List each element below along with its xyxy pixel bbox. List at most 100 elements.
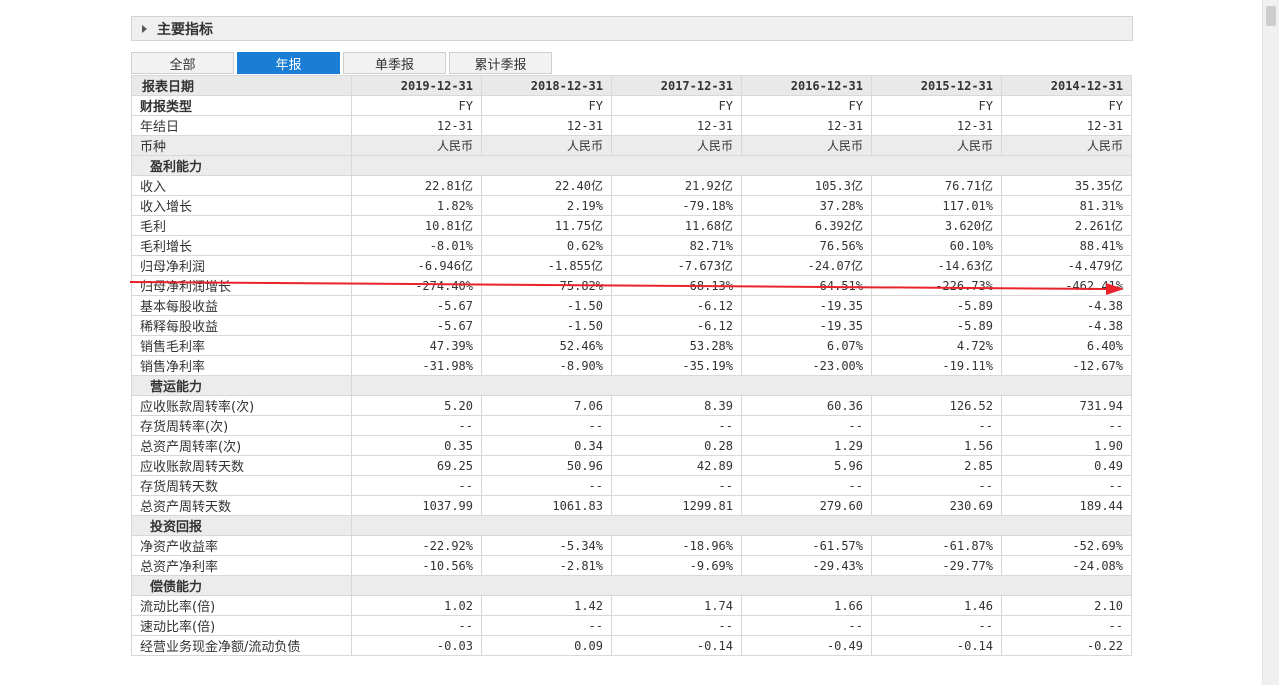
table-cell: 1.46 (871, 595, 1002, 616)
section-header-main-indicators[interactable]: 主要指标 (131, 16, 1133, 41)
table-cell: 1037.99 (351, 495, 482, 516)
row-label: 基本每股收益 (131, 295, 352, 316)
table-cell: 1.82% (351, 195, 482, 216)
group-filler (351, 375, 1132, 396)
table-cell: 52.46% (481, 335, 612, 356)
table-row: 销售净利率 -31.98% -8.90% -35.19% -23.00% -19.11% -… (131, 355, 1132, 376)
table-cell: 12-31 (1001, 115, 1132, 136)
table-cell: 0.28 (611, 435, 742, 456)
group-filler (351, 515, 1132, 536)
table-cell: -- (741, 475, 872, 496)
table-row: 币种 人民币 人民币 人民币 人民币 人民币 人民币 (131, 135, 1132, 156)
table-row: 收入增长 1.82% 2.19% -79.18% 37.28% 117.01% 81.31% (131, 195, 1132, 216)
table-cell: -6.12 (611, 315, 742, 336)
table-cell: 37.28% (741, 195, 872, 216)
table-cell: 1.42 (481, 595, 612, 616)
table-cell: -61.87% (871, 535, 1002, 556)
table-row: 存货周转天数 -- -- -- -- -- -- (131, 475, 1132, 496)
table-cell: -18.96% (611, 535, 742, 556)
table-cell: 12-31 (351, 115, 482, 136)
table-row: 速动比率(倍) -- -- -- -- -- -- (131, 615, 1132, 636)
header-date: 2017-12-31 (611, 75, 742, 96)
table-cell: 50.96 (481, 455, 612, 476)
table-cell: -- (611, 415, 742, 436)
row-label: 流动比率(倍) (131, 595, 352, 616)
group-header-row: 偿债能力 (131, 575, 1132, 596)
table-cell: 35.35亿 (1001, 175, 1132, 196)
table-cell: 53.28% (611, 335, 742, 356)
table-cell: 12-31 (481, 115, 612, 136)
table-cell: -1.855亿 (481, 255, 612, 276)
table-cell: 0.35 (351, 435, 482, 456)
scrollbar-thumb[interactable] (1266, 6, 1276, 26)
table-cell: -- (481, 415, 612, 436)
table-cell: -- (611, 475, 742, 496)
header-date: 2014-12-31 (1001, 75, 1132, 96)
table-row: 存货周转率(次) -- -- -- -- -- -- (131, 415, 1132, 436)
table-cell: -24.08% (1001, 555, 1132, 576)
table-cell: 126.52 (871, 395, 1002, 416)
vertical-scrollbar[interactable] (1262, 0, 1279, 685)
row-label: 应收账款周转率(次) (131, 395, 352, 416)
table-cell: FY (1001, 95, 1132, 116)
table-row: 基本每股收益 -5.67 -1.50 -6.12 -19.35 -5.89 -4.38 (131, 295, 1132, 316)
group-header-row: 投资回报 (131, 515, 1132, 536)
table-cell: 47.39% (351, 335, 482, 356)
table-cell: -- (1001, 415, 1132, 436)
table-cell: -5.67 (351, 295, 482, 316)
table-cell: 2.261亿 (1001, 215, 1132, 236)
table-cell: -1.50 (481, 315, 612, 336)
table-cell: -0.14 (611, 635, 742, 656)
table-cell: -4.38 (1001, 295, 1132, 316)
table-row: 毛利 10.81亿 11.75亿 11.68亿 6.392亿 3.620亿 2.261亿 (131, 215, 1132, 236)
table-body: 财报类型 FY FY FY FY FY FY 年结日 12-31 12-31 12-31 12-31 1… (131, 95, 1132, 656)
table-cell: FY (351, 95, 482, 116)
table-cell: 2.19% (481, 195, 612, 216)
group-header-row: 盈利能力 (131, 155, 1132, 176)
table-cell: -10.56% (351, 555, 482, 576)
table-cell: -- (351, 615, 482, 636)
table-cell: -0.03 (351, 635, 482, 656)
table-cell: 6.392亿 (741, 215, 872, 236)
table-cell: 81.31% (1001, 195, 1132, 216)
table-row: 总资产净利率 -10.56% -2.81% -9.69% -29.43% -29.77% -… (131, 555, 1132, 576)
table-cell: 11.68亿 (611, 215, 742, 236)
header-date: 2018-12-31 (481, 75, 612, 96)
tab-all[interactable]: 全部 (131, 52, 234, 74)
table-row: 净资产收益率 -22.92% -5.34% -18.96% -61.57% -61.87%… (131, 535, 1132, 556)
row-label: 经营业务现金净额/流动负债 (131, 635, 352, 656)
tab-annual[interactable]: 年报 (237, 52, 340, 74)
table-cell: 8.39 (611, 395, 742, 416)
table-cell: 人民币 (741, 135, 872, 156)
group-label: 投资回报 (131, 515, 352, 536)
table-cell: -6.12 (611, 295, 742, 316)
table-cell: -19.11% (871, 355, 1002, 376)
table-cell: -5.67 (351, 315, 482, 336)
table-cell: -14.63亿 (871, 255, 1002, 276)
row-label: 毛利增长 (131, 235, 352, 256)
header-date: 2016-12-31 (741, 75, 872, 96)
table-cell: -6.946亿 (351, 255, 482, 276)
table-cell: -19.35 (741, 315, 872, 336)
table-cell: -- (741, 415, 872, 436)
expand-triangle-icon[interactable] (142, 24, 147, 33)
table-cell: 1.74 (611, 595, 742, 616)
tab-single-quarter[interactable]: 单季报 (343, 52, 446, 74)
table-row: 总资产周转天数 1037.99 1061.83 1299.81 279.60 230.69… (131, 495, 1132, 516)
table-cell: 12-31 (611, 115, 742, 136)
table-cell: 189.44 (1001, 495, 1132, 516)
section-title: 主要指标 (157, 21, 213, 38)
table-cell: 1.66 (741, 595, 872, 616)
row-label: 收入 (131, 175, 352, 196)
tab-cumulative-quarter[interactable]: 累计季报 (449, 52, 552, 74)
financial-indicators-table: 报表日期 2019-12-31 2018-12-31 2017-12-31 20… (131, 75, 1132, 656)
table-cell: -0.49 (741, 635, 872, 656)
row-label: 销售净利率 (131, 355, 352, 376)
table-cell: 6.07% (741, 335, 872, 356)
table-cell: -4.38 (1001, 315, 1132, 336)
table-cell: -0.14 (871, 635, 1002, 656)
table-cell: 0.49 (1001, 455, 1132, 476)
table-row: 年结日 12-31 12-31 12-31 12-31 12-31 12-31 (131, 115, 1132, 136)
table-row: 总资产周转率(次) 0.35 0.34 0.28 1.29 1.56 1.90 (131, 435, 1132, 456)
row-label: 币种 (131, 135, 352, 156)
